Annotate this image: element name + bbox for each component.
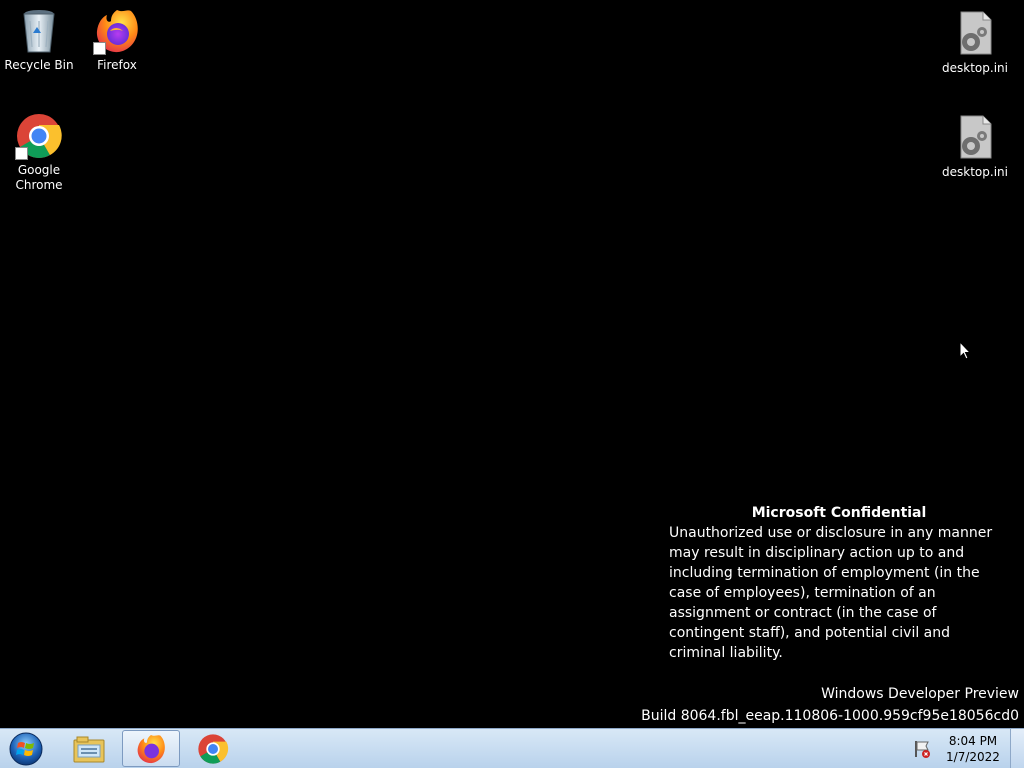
build-watermark: Windows Developer Preview Build 8064.fbl…: [641, 683, 1019, 727]
settings-file-icon: [951, 10, 999, 58]
settings-file-icon: [951, 114, 999, 162]
taskbar-clock[interactable]: 8:04 PM 1/7/2022: [940, 733, 1006, 765]
desktop-icon-label: desktop.ini: [942, 165, 1008, 179]
firefox-icon: [93, 7, 141, 55]
clock-date: 1/7/2022: [946, 750, 1000, 764]
confidential-body: Unauthorized use or disclosure in any ma…: [669, 525, 993, 661]
chrome-icon: [198, 733, 229, 764]
chrome-icon: [15, 112, 63, 160]
start-orb-icon: [9, 732, 43, 766]
watermark-build: Build 8064.fbl_eeap.110806-1000.959cf95e…: [641, 708, 1019, 724]
action-center-flag-icon[interactable]: [912, 739, 932, 759]
watermark-edition: Windows Developer Preview: [821, 686, 1019, 702]
desktop-icon-label: Recycle Bin: [4, 58, 74, 72]
desktop-icon-firefox[interactable]: Firefox: [80, 7, 154, 73]
taskbar-chrome-button[interactable]: [184, 730, 242, 767]
shortcut-arrow-icon: [93, 42, 106, 55]
desktop-icon-recycle-bin[interactable]: Recycle Bin: [2, 7, 76, 73]
shortcut-arrow-icon: [15, 147, 28, 160]
desktop-icon-desktop-ini[interactable]: desktop.ini: [938, 114, 1012, 180]
desktop-icon-label: desktop.ini: [942, 61, 1008, 75]
taskbar-windows-explorer-button[interactable]: [60, 730, 118, 767]
mouse-pointer-icon: [959, 340, 972, 364]
desktop[interactable]: Recycle Bin Firefox Google Chrome deskto…: [0, 0, 1024, 728]
desktop-icon-google-chrome[interactable]: Google Chrome: [2, 112, 76, 193]
desktop-icon-label: Google Chrome: [15, 163, 63, 192]
start-button[interactable]: [6, 731, 46, 767]
desktop-icon-desktop-ini[interactable]: desktop.ini: [938, 10, 1012, 76]
taskbar-firefox-button[interactable]: [122, 730, 180, 767]
clock-time: 8:04 PM: [948, 734, 998, 748]
confidential-title: Microsoft Confidential: [751, 505, 927, 521]
show-desktop-button[interactable]: [1010, 729, 1024, 768]
windows-explorer-icon: [73, 736, 105, 762]
recycle-bin-icon: [15, 7, 63, 55]
firefox-icon: [137, 734, 165, 763]
confidential-notice: Microsoft Confidential Unauthorized use …: [669, 503, 1009, 663]
desktop-icon-label: Firefox: [97, 58, 137, 72]
taskbar: 8:04 PM 1/7/2022: [0, 728, 1024, 768]
